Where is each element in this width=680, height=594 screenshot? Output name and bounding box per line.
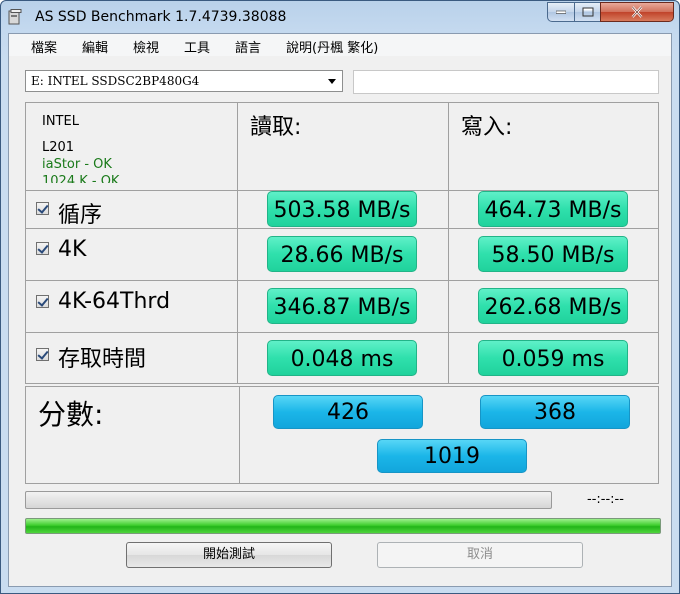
read-column-header: 讀取: [250,115,302,140]
menu-language[interactable]: 語言 [235,37,261,56]
grid-divider [239,387,240,483]
maximize-icon [582,7,593,17]
minimize-button[interactable] [547,2,575,22]
write-score: 368 [480,395,630,429]
grid-divider [26,332,658,333]
alignment-status: 1024 K - OK [42,174,120,183]
minimize-icon [556,10,566,14]
results-grid: INTEL L201 iaStor - OK 1024 K - OK 讀取: 寫… [25,102,659,384]
access-time-write-result: 0.059 ms [478,340,628,376]
access-time-checkbox[interactable] [36,348,49,361]
score-label: 分數: [38,398,104,431]
seq-checkbox[interactable] [36,202,49,215]
app-window: AS SSD Benchmark 1.7.4739.38088 檔案 編輯 檢視… [0,0,680,594]
menu-view[interactable]: 檢視 [133,37,159,56]
grid-divider [237,103,238,383]
menu-help[interactable]: 說明(丹楓 繁化) [286,37,378,56]
total-score: 1019 [377,439,527,473]
4k64-read-result: 346.87 MB/s [267,288,417,324]
drive-dropdown-value: E: INTEL SSDSC2BP480G4 [31,74,200,88]
seq-read-result: 503.58 MB/s [267,191,417,227]
4k-checkbox[interactable] [36,242,49,255]
read-score: 426 [273,395,423,429]
row-label-4k: 4K [58,237,87,262]
menu-file[interactable]: 檔案 [31,37,57,56]
4k64-write-result: 262.68 MB/s [478,288,628,324]
4k64-checkbox[interactable] [36,295,49,308]
driver-status: iaStor - OK [42,157,112,172]
drive-firmware: L201 [42,140,75,155]
chevron-down-icon[interactable] [328,79,336,84]
drive-dropdown[interactable]: E: INTEL SSDSC2BP480G4 [25,70,343,92]
row-label-seq: 循序 [58,203,103,228]
test-progress-bar [25,491,552,509]
drive-info: INTEL L201 iaStor - OK 1024 K - OK [42,113,222,183]
seq-write-result: 464.73 MB/s [478,191,628,227]
drive-brand: INTEL [42,114,79,129]
4k-write-result: 58.50 MB/s [478,236,628,272]
elapsed-time: --:--:-- [587,492,624,507]
menu-tools[interactable]: 工具 [184,37,210,56]
close-button[interactable] [600,2,674,22]
overall-progress-bar [25,518,661,534]
client-area: 檔案 編輯 檢視 工具 語言 說明(丹楓 繁化) E: INTEL SSDSC2… [8,33,672,587]
menu-edit[interactable]: 編輯 [82,37,108,56]
title-bar[interactable]: AS SSD Benchmark 1.7.4739.38088 [1,1,679,33]
window-title: AS SSD Benchmark 1.7.4739.38088 [35,9,287,25]
grid-divider [26,228,658,229]
row-label-access-time: 存取時間 [58,347,147,372]
access-time-read-result: 0.048 ms [267,340,417,376]
row-label-4k64: 4K-64Thrd [58,289,171,314]
maximize-button[interactable] [574,2,601,22]
grid-divider [448,103,449,383]
4k-read-result: 28.66 MB/s [267,236,417,272]
write-column-header: 寫入: [461,115,513,140]
grid-divider [26,280,658,281]
cancel-button[interactable]: 取消 [377,542,583,568]
menu-bar: 檔案 編輯 檢視 工具 語言 說明(丹楓 繁化) [9,34,671,56]
start-button[interactable]: 開始測試 [126,542,332,568]
status-field [353,70,659,94]
app-icon [8,9,22,25]
score-panel: 分數: 426 368 1019 [25,386,659,484]
close-icon [631,6,643,18]
